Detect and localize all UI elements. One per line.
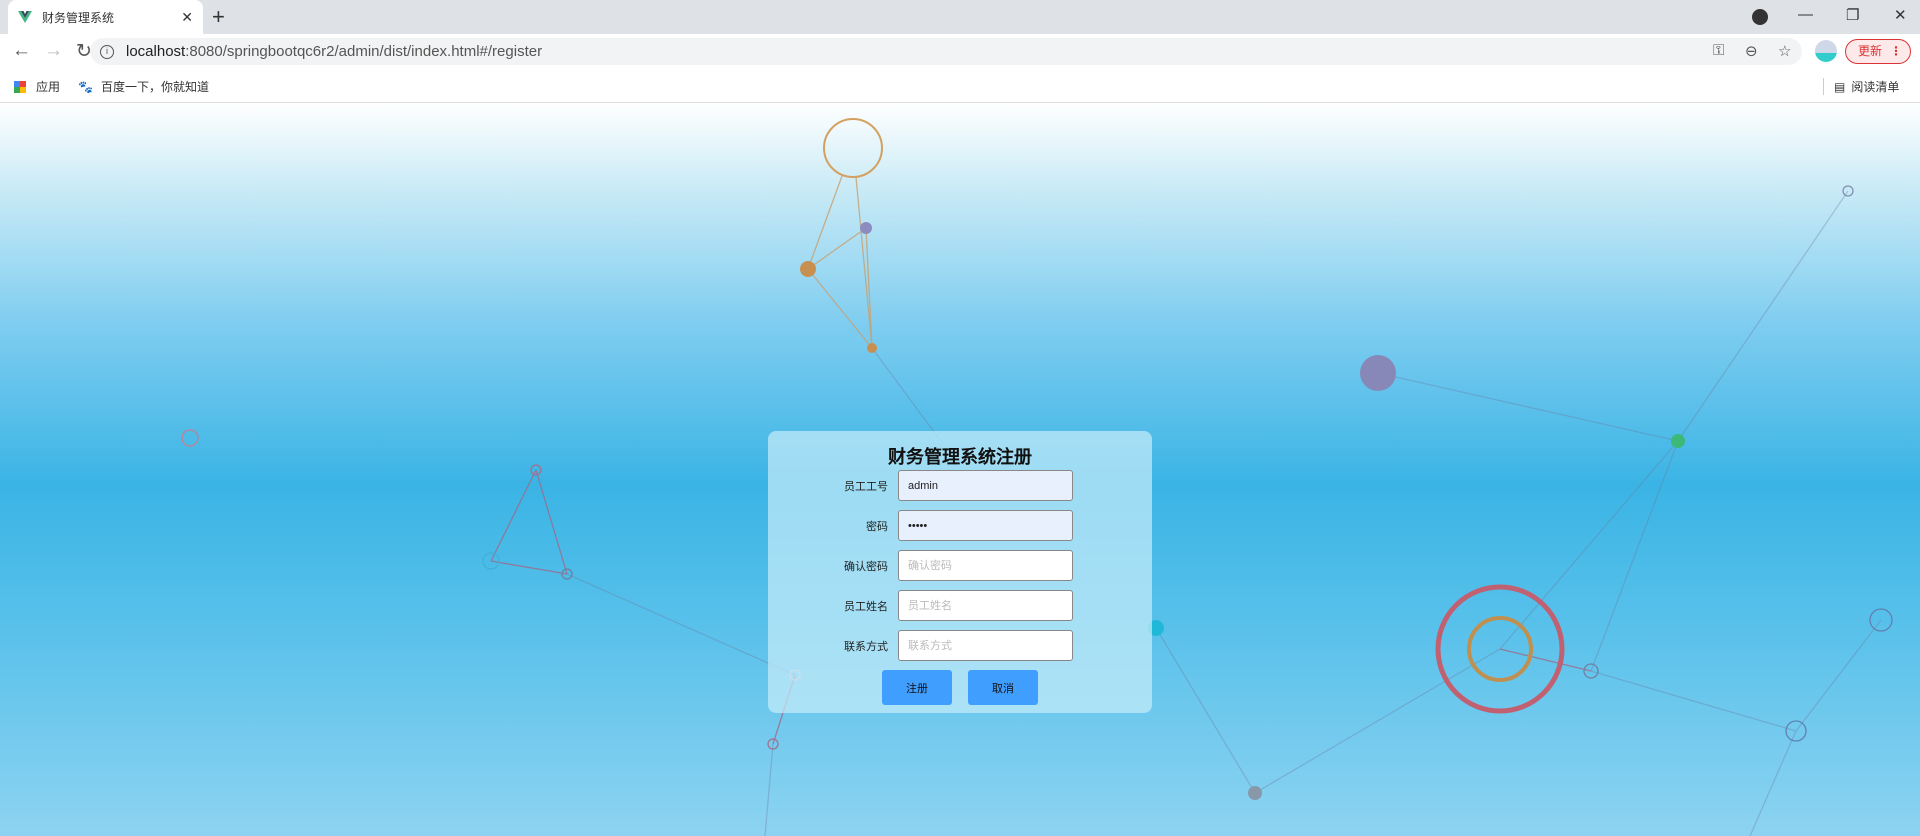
- password-input[interactable]: [898, 510, 1073, 541]
- browser-tab[interactable]: 财务管理系统 ✕: [8, 0, 203, 34]
- tab-close-icon[interactable]: ✕: [181, 9, 193, 26]
- confirm-password-row: 确认密码: [768, 550, 1152, 581]
- menu-icon: ⋮: [1890, 44, 1902, 58]
- baidu-paw-icon: 🐾: [78, 79, 93, 94]
- tab-title: 财务管理系统: [42, 10, 115, 25]
- tab-bar: 财务管理系统 ✕ + — ❐ ✕: [0, 0, 1920, 34]
- profile-menu-icon[interactable]: [1752, 9, 1768, 25]
- update-label: 更新: [1858, 44, 1883, 58]
- register-button[interactable]: 注册: [882, 670, 952, 705]
- new-tab-icon[interactable]: +: [212, 4, 225, 30]
- close-window-icon[interactable]: ✕: [1894, 6, 1907, 24]
- bookmark-baidu[interactable]: 🐾 百度一下，你就知道: [78, 78, 209, 95]
- password-label: 密码: [866, 521, 888, 533]
- back-icon[interactable]: ←: [12, 40, 31, 62]
- address-bar[interactable]: i localhost:8080/springbootqc6r2/admin/d…: [90, 38, 1802, 65]
- confirm-password-input[interactable]: [898, 550, 1073, 581]
- employee-id-row: 员工工号: [768, 470, 1152, 501]
- star-icon[interactable]: ☆: [1778, 42, 1791, 60]
- reading-list-label: 阅读清单: [1851, 80, 1900, 94]
- contact-label: 联系方式: [844, 641, 888, 653]
- contact-input[interactable]: [898, 630, 1073, 661]
- password-row: 密码: [768, 510, 1152, 541]
- info-icon[interactable]: i: [100, 44, 114, 59]
- confirm-password-label: 确认密码: [844, 561, 888, 573]
- vue-logo-icon: [18, 11, 32, 23]
- bookmark-label: 百度一下，你就知道: [100, 80, 209, 94]
- employee-name-label: 员工姓名: [844, 601, 888, 613]
- url-path: :8080/springbootqc6r2/admin/dist/index.h…: [185, 43, 543, 60]
- avatar[interactable]: [1815, 40, 1837, 62]
- apps-grid-icon: [14, 80, 26, 93]
- reading-list-icon: ▤: [1834, 79, 1846, 94]
- minimize-icon[interactable]: —: [1798, 6, 1813, 23]
- employee-id-input[interactable]: [898, 470, 1073, 501]
- employee-name-input[interactable]: [898, 590, 1073, 621]
- cancel-button[interactable]: 取消: [968, 670, 1038, 705]
- bookmarks-bar: 应用 🐾 百度一下，你就知道 ▤ 阅读清单: [0, 69, 1920, 103]
- register-card: 财务管理系统注册 员工工号 密码 确认密码 员工姓名 联系方式 注册 取消: [768, 431, 1152, 713]
- employee-name-row: 员工姓名: [768, 590, 1152, 621]
- restore-icon[interactable]: ❐: [1846, 6, 1859, 24]
- bookmark-apps[interactable]: 应用: [14, 78, 60, 95]
- zoom-icon[interactable]: ⊖: [1745, 42, 1758, 60]
- key-icon[interactable]: ⚿: [1713, 42, 1724, 59]
- employee-id-label: 员工工号: [844, 481, 888, 493]
- contact-row: 联系方式: [768, 630, 1152, 661]
- update-button[interactable]: 更新 ⋮: [1845, 39, 1911, 64]
- bookmark-label: 应用: [36, 80, 61, 94]
- url-host: localhost: [126, 43, 186, 60]
- toolbar: ← → ↻ i localhost:8080/springbootqc6r2/a…: [0, 34, 1920, 69]
- reading-list[interactable]: ▤ 阅读清单: [1823, 78, 1899, 95]
- form-title: 财务管理系统注册: [888, 447, 1032, 467]
- forward-icon[interactable]: →: [44, 40, 63, 62]
- network-lines: [807, 175, 873, 349]
